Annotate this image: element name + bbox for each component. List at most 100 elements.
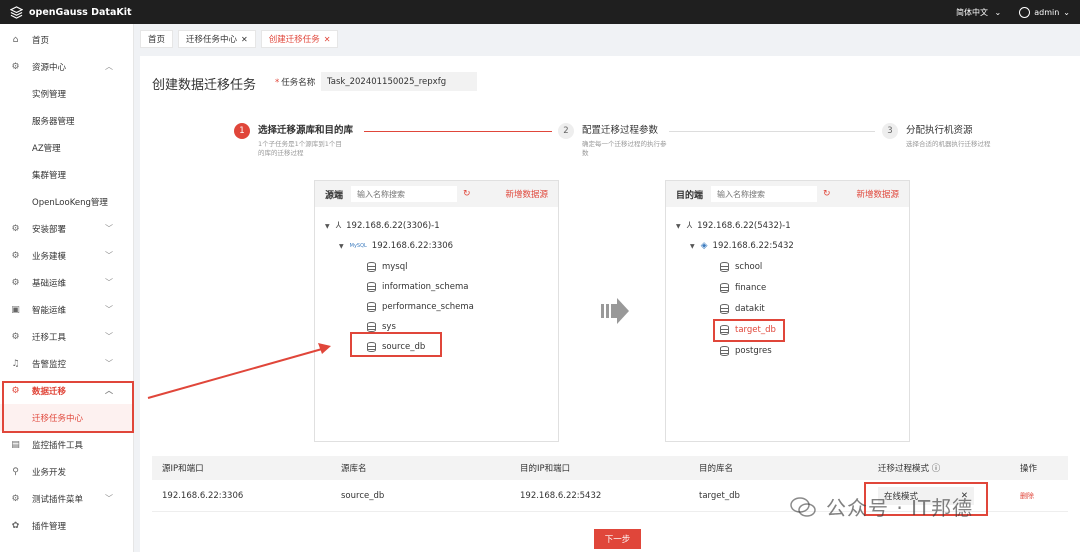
source-db-node[interactable]: sys	[367, 322, 396, 332]
cell-src-ip: 192.168.6.22:3306	[162, 490, 244, 501]
sidebar-item-resource-center[interactable]: ⚙ 资源中心 ︿	[0, 53, 133, 80]
target-add-button[interactable]: 新增数据源	[856, 188, 899, 200]
step-desc: 1个子任务是1个源库到1个目的库的迁移过程	[258, 140, 342, 157]
sidebar-subitem-instances[interactable]: 实例管理	[0, 80, 133, 107]
chevron-down-icon: ﹀	[105, 332, 113, 341]
tab-create-migration[interactable]: 创建迁移任务 ✕	[260, 30, 339, 48]
sidebar-item-label: 基础运维	[32, 278, 67, 289]
layers-logo-icon	[10, 5, 23, 19]
search-icon: ⚲	[12, 466, 19, 477]
opengauss-logo-icon: ◈	[700, 241, 708, 251]
sidebar-item-plugin-mgmt[interactable]: ✿ 插件管理	[0, 512, 133, 539]
chevron-down-icon: ﹀	[105, 305, 113, 314]
source-db-node[interactable]: information_schema	[367, 282, 469, 292]
step-desc: 选择合适的机器执行迁移过程	[906, 140, 991, 148]
target-title: 目的端	[676, 190, 704, 201]
gear-icon: ⚙	[11, 331, 20, 342]
database-icon	[367, 282, 376, 292]
node-label: datakit	[735, 304, 765, 314]
caret-down-icon: ▼	[325, 222, 330, 230]
sidebar-subitem-servers[interactable]: 服务器管理	[0, 107, 133, 134]
mysql-logo-icon: MySQL	[349, 243, 367, 249]
plugin-icon: ✿	[11, 520, 20, 531]
next-step-button[interactable]: 下一步	[594, 529, 641, 549]
chevron-down-icon[interactable]: ⌄	[1063, 8, 1070, 17]
tab-bar: 首页 迁移任务中心 ✕ 创建迁移任务 ✕	[140, 27, 1080, 51]
sidebar-subitem-az[interactable]: AZ管理	[0, 134, 133, 161]
node-label: 192.168.6.22(3306)-1	[346, 221, 440, 231]
col-header-mode: 迁移过程模式 ⓘ	[868, 462, 1010, 474]
sidebar-item-alerts[interactable]: ♫ 告警监控 ﹀	[0, 350, 133, 377]
sidebar-item-install[interactable]: ⚙ 安装部署 ﹀	[0, 215, 133, 242]
delete-link[interactable]: 删除	[1020, 492, 1034, 500]
sidebar-item-monitor-plugin[interactable]: ▤ 监控插件工具	[0, 431, 133, 458]
task-name-label-text: 任务名称	[281, 78, 316, 88]
node-label: school	[735, 262, 763, 272]
refresh-icon[interactable]: ↻	[823, 189, 831, 199]
source-add-button[interactable]: 新增数据源	[505, 188, 548, 200]
home-icon: ⌂	[12, 34, 19, 45]
step-2: 2 配置迁移过程参数 确定每一个迁移过程的执行参数	[558, 123, 672, 158]
user-avatar-icon[interactable]	[1019, 6, 1031, 18]
step-number: 3	[882, 123, 898, 139]
sidebar-item-label: 监控插件工具	[32, 440, 84, 451]
target-cluster-node[interactable]: ▼ ⅄ 192.168.6.22(5432)-1	[676, 221, 791, 231]
sidebar-item-migration-tools[interactable]: ⚙ 迁移工具 ﹀	[0, 323, 133, 350]
sidebar-item-label: 安装部署	[32, 224, 67, 235]
app-title: openGauss DataKit	[29, 6, 132, 18]
node-label: information_schema	[382, 282, 469, 292]
sidebar-item-label: 测试插件菜单	[32, 494, 84, 505]
target-db-node[interactable]: postgres	[720, 346, 772, 356]
target-search-input[interactable]	[711, 186, 818, 202]
close-icon[interactable]: ✕	[324, 35, 331, 44]
required-marker: *	[275, 78, 280, 88]
target-db-node[interactable]: datakit	[720, 304, 765, 314]
help-circle-icon[interactable]: ⓘ	[932, 464, 941, 474]
tab-home[interactable]: 首页	[140, 30, 174, 48]
tab-label: 迁移任务中心	[186, 35, 238, 45]
gear-icon: ⚙	[11, 61, 20, 72]
bell-icon: ♫	[11, 358, 20, 369]
target-db-node[interactable]: finance	[720, 283, 766, 293]
cell-src-db: source_db	[341, 490, 385, 501]
sidebar-item-basic-ops[interactable]: ⚙ 基础运维 ﹀	[0, 269, 133, 296]
caret-down-icon: ▼	[339, 242, 344, 250]
close-icon[interactable]: ✕	[241, 35, 248, 44]
node-label: 192.168.6.22:5432	[712, 241, 794, 251]
target-panel: 目的端 ↻ 新增数据源 ▼ ⅄ 192.168.6.22(5432)-1 ▼ ◈ 192…	[665, 180, 910, 442]
language-switch[interactable]: 简体中文 ⌄	[952, 7, 1001, 18]
task-name-input[interactable]	[321, 72, 477, 91]
step-title: 配置迁移过程参数	[582, 125, 659, 136]
sidebar-item-biz-dev[interactable]: ⚲ 业务开发	[0, 458, 133, 485]
source-panel-header: 源端 ↻ 新增数据源	[315, 181, 558, 207]
sidebar-item-smart-ops[interactable]: ▣ 智能运维 ﹀	[0, 296, 133, 323]
tab-migration-center[interactable]: 迁移任务中心 ✕	[178, 30, 256, 48]
sidebar-item-label: 业务开发	[32, 467, 67, 478]
source-search-input[interactable]	[351, 186, 458, 202]
user-name[interactable]: admin	[1034, 8, 1059, 17]
source-db-node[interactable]: performance_schema	[367, 302, 474, 312]
top-bar: openGauss DataKit 简体中文 ⌄ admin ⌄	[0, 0, 1080, 24]
sidebar-subitem-clusters[interactable]: 集群管理	[0, 161, 133, 188]
sidebar-item-home[interactable]: ⌂ 首页	[0, 26, 133, 53]
app-logo[interactable]: openGauss DataKit	[0, 5, 132, 19]
refresh-icon[interactable]: ↻	[463, 189, 471, 199]
sidebar-item-modeling[interactable]: ⚙ 业务建模 ﹀	[0, 242, 133, 269]
source-db-node[interactable]: mysql	[367, 262, 408, 272]
source-cluster-node[interactable]: ▼ ⅄ 192.168.6.22(3306)-1	[325, 221, 440, 231]
step-number: 1	[234, 123, 250, 139]
sidebar-item-test-plugin[interactable]: ⚙ 测试插件菜单 ﹀	[0, 485, 133, 512]
caret-down-icon: ▼	[690, 242, 695, 250]
main-panel: 创建数据迁移任务 *任务名称 1 选择迁移源库和目的库 1个子任务是1个源库到1个…	[140, 56, 1080, 552]
sidebar-subitem-openlookeng[interactable]: OpenLooKeng管理	[0, 188, 133, 215]
target-db-node[interactable]: school	[720, 262, 762, 272]
database-icon	[367, 302, 376, 312]
step-number: 2	[558, 123, 574, 139]
col-header: 迁移过程模式	[878, 464, 930, 474]
source-instance-node[interactable]: ▼ MySQL 192.168.6.22:3306	[339, 241, 453, 251]
chevron-down-icon: ﹀	[105, 251, 113, 260]
sidebar-item-label: 业务建模	[32, 251, 67, 262]
target-instance-node[interactable]: ▼ ◈ 192.168.6.22:5432	[690, 241, 794, 251]
node-label: finance	[735, 283, 767, 293]
database-icon	[367, 262, 376, 272]
